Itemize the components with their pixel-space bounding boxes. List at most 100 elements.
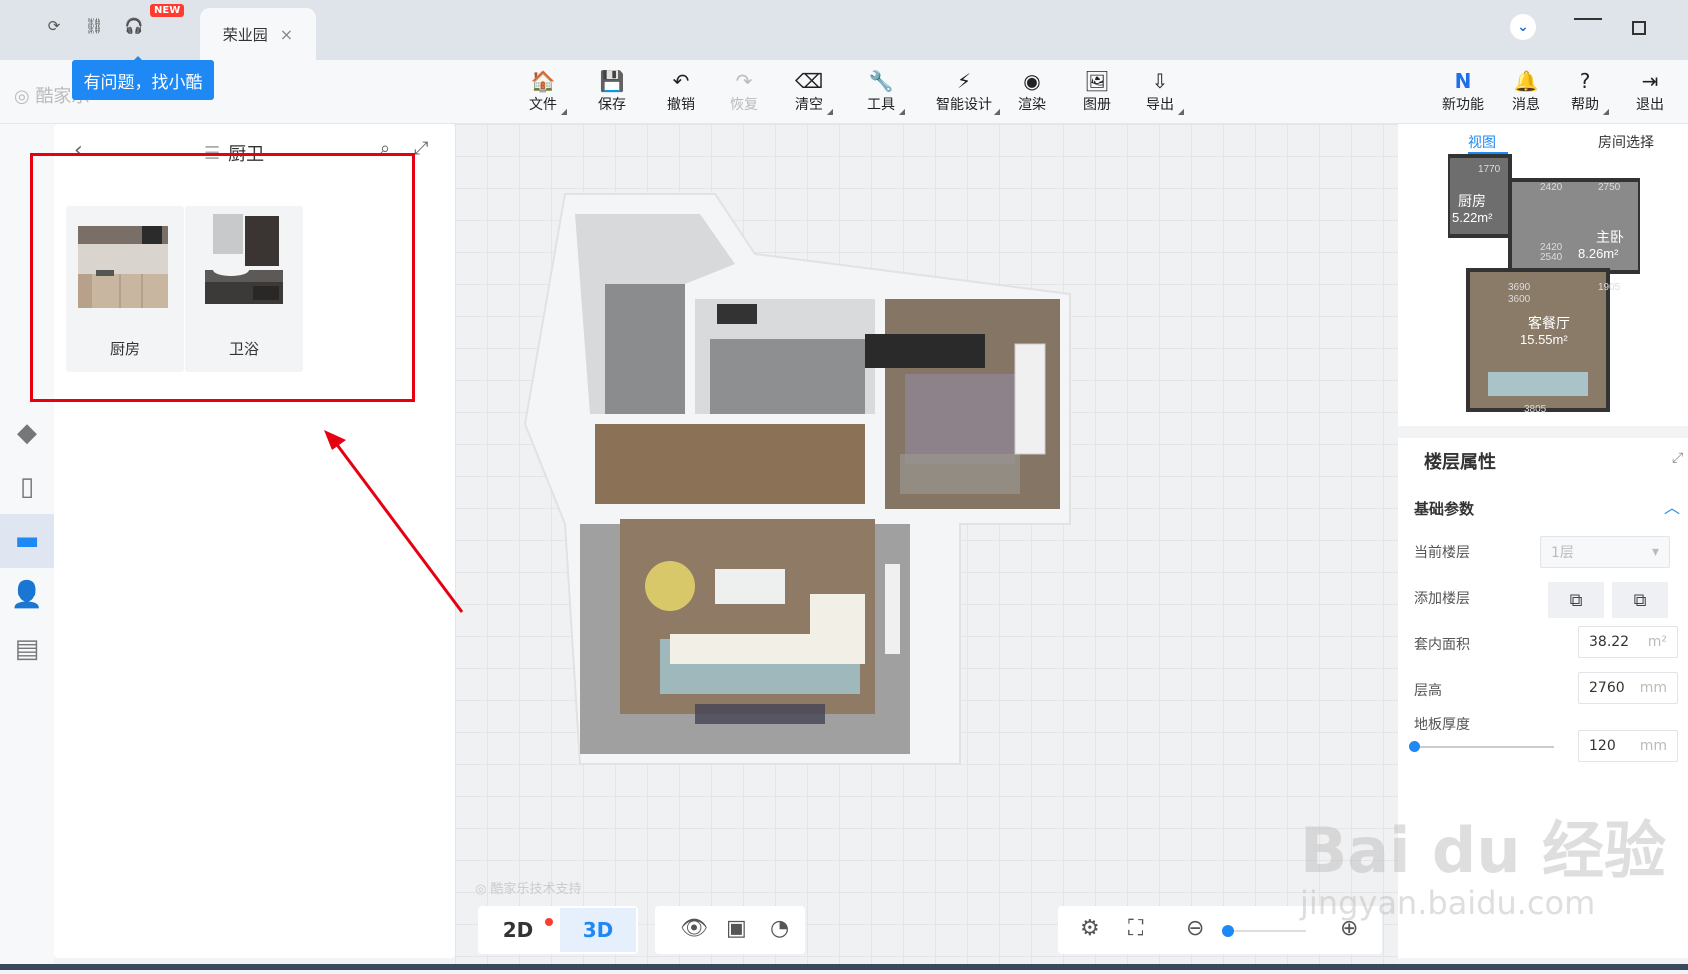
taskbar-strip [0,964,1688,970]
dim-label: 3805 [1524,404,1547,415]
chevron-up-icon[interactable]: ︿ [1664,494,1680,518]
bell-icon: 🔔 [1513,69,1539,93]
baidu-watermark: Bai du 经验 [1300,814,1667,887]
dim-label: 3690 [1508,282,1531,293]
room-kitchen-area: 5.22m² [1452,210,1493,225]
section-header[interactable]: 基础参数 [1414,498,1474,519]
render-icon: ◉ [1023,69,1041,93]
new-badge: NEW [150,4,185,17]
height-label: 层高 [1414,683,1442,699]
render-button[interactable]: ◉ 渲染 [1002,68,1062,114]
gauge-icon[interactable]: ◔ [770,916,789,941]
camera-settings-icon[interactable]: ⚙ [1080,916,1100,941]
help-tooltip[interactable]: 有问题，找小酷 [72,56,214,100]
export-button[interactable]: ⇩ 导出 ◢ [1130,68,1190,116]
room-living-area: 15.55m² [1520,332,1568,347]
cube-icon[interactable]: ▣ [726,916,747,941]
help-button[interactable]: ? 帮助 ◢ [1555,68,1615,116]
room-master-area: 8.26m² [1578,246,1619,261]
redo-button[interactable]: ↷ 恢复 [714,68,774,114]
cabinet-icon[interactable]: ▤ [0,622,54,676]
new-feature-icon: N [1454,69,1472,93]
logout-button[interactable]: ⇥ 退出 [1620,68,1680,114]
maximize-icon[interactable] [1632,21,1646,35]
notification-dot [545,918,553,926]
redo-icon: ↷ [735,69,753,93]
mirror-icon [717,304,757,324]
album-button[interactable]: 🖼 图册 [1067,68,1127,114]
file-button[interactable]: 🏠 文件 ◢ [513,68,573,116]
eye-icon[interactable]: 👁 [680,916,708,941]
logout-icon: ⇥ [1641,69,1659,93]
thickness-slider-handle[interactable] [1409,741,1420,752]
thickness-field[interactable]: 120 mm [1578,730,1678,762]
floor-plan-3d-view [523,193,1071,765]
view-3d-button[interactable]: 3D [560,908,636,952]
floor-plan-icon[interactable]: ◆ [0,406,54,460]
current-floor-label: 当前楼层 [1414,545,1470,561]
zoom-out-icon[interactable]: ⊖ [1186,916,1204,941]
refresh-icon[interactable]: ⟳ [40,12,68,40]
eraser-icon: ⌫ [794,69,824,93]
undo-icon: ↶ [672,69,690,93]
dim-label: 3600 [1508,294,1531,305]
area-label: 套内面积 [1414,637,1470,653]
album-icon: 🖼 [1084,69,1110,93]
chevron-down-icon[interactable]: ⌄ [1510,14,1536,40]
person-icon[interactable]: 👤 [0,568,54,622]
headset-icon[interactable]: 🎧 [120,12,148,40]
messages-button[interactable]: 🔔 消息 [1496,68,1556,114]
clear-button[interactable]: ⌫ 清空 ◢ [779,68,839,116]
area-field[interactable]: 38.22 m² [1578,626,1678,658]
undo-button[interactable]: ↶ 撤销 [651,68,711,114]
document-tab[interactable]: 荣业园 × [200,8,316,60]
document-tab-label: 荣业园 [222,25,268,44]
thickness-slider[interactable] [1414,746,1554,748]
baidu-watermark-url: jingyan.baidu.com [1300,884,1596,922]
add-floor-label: 添加楼层 [1414,591,1470,607]
view-2d-button[interactable]: 2D [480,908,556,952]
room-master-name: 主卧 [1596,229,1624,245]
panel-title: 楼层属性 [1424,452,1496,473]
fit-view-icon[interactable]: ⛶ [1128,916,1143,941]
annotation-arrow [324,430,464,613]
zoom-slider[interactable] [1226,930,1306,932]
add-floor-above-button[interactable]: ⧉ [1548,582,1604,618]
current-floor-select[interactable]: 1层 ▾ [1540,536,1670,568]
add-floor-below-button[interactable]: ⧉ [1612,582,1668,618]
room-kitchen-name: 厨房 [1458,193,1486,209]
smart-design-button[interactable]: ⚡ 智能设计 ◢ [922,68,1006,116]
save-icon: 💾 [599,69,625,93]
dim-label: 2540 [1540,252,1563,263]
furniture-icon[interactable]: ▬ [0,514,54,568]
design-canvas[interactable] [455,124,1398,970]
thickness-label: 地板厚度 [1414,717,1470,733]
zoom-slider-handle[interactable] [1222,925,1234,937]
wrench-icon: 🔧 [868,69,894,93]
minimap-plan[interactable]: 厨房 5.22m² 主卧 8.26m² 客餐厅 15.55m² 1770 242… [1448,150,1640,416]
help-icon: ? [1579,69,1591,93]
save-button[interactable]: 💾 保存 [582,68,642,114]
dim-label: 1770 [1478,164,1501,175]
chevron-down-icon: ▾ [1651,544,1659,560]
support-watermark: ◎ 酷家乐技术支持 [475,882,582,897]
export-icon: ⇩ [1151,69,1169,93]
minimize-icon[interactable] [1574,18,1602,20]
dim-label: 1905 [1598,282,1621,293]
dim-label: 2750 [1598,182,1621,193]
highlight-box [30,153,415,402]
height-field[interactable]: 2760 mm [1578,672,1678,704]
close-icon[interactable]: × [280,25,293,44]
expand-icon[interactable]: ⤢ [414,138,428,159]
link-icon[interactable]: ⛓ [80,12,108,40]
tab-room-select[interactable]: 房间选择 [1598,132,1654,152]
dim-label: 2420 [1540,182,1563,193]
room-living-name: 客餐厅 [1528,315,1570,331]
lightning-icon: ⚡ [956,69,972,93]
tools-button[interactable]: 🔧 工具 ◢ [851,68,911,116]
file-icon: 🏠 [530,69,556,93]
expand-icon[interactable]: ⤢ [1672,450,1683,466]
tab-view[interactable]: 视图 [1468,132,1496,152]
door-icon[interactable]: ▯ [0,460,54,514]
new-feature-button[interactable]: N 新功能 [1433,68,1493,114]
